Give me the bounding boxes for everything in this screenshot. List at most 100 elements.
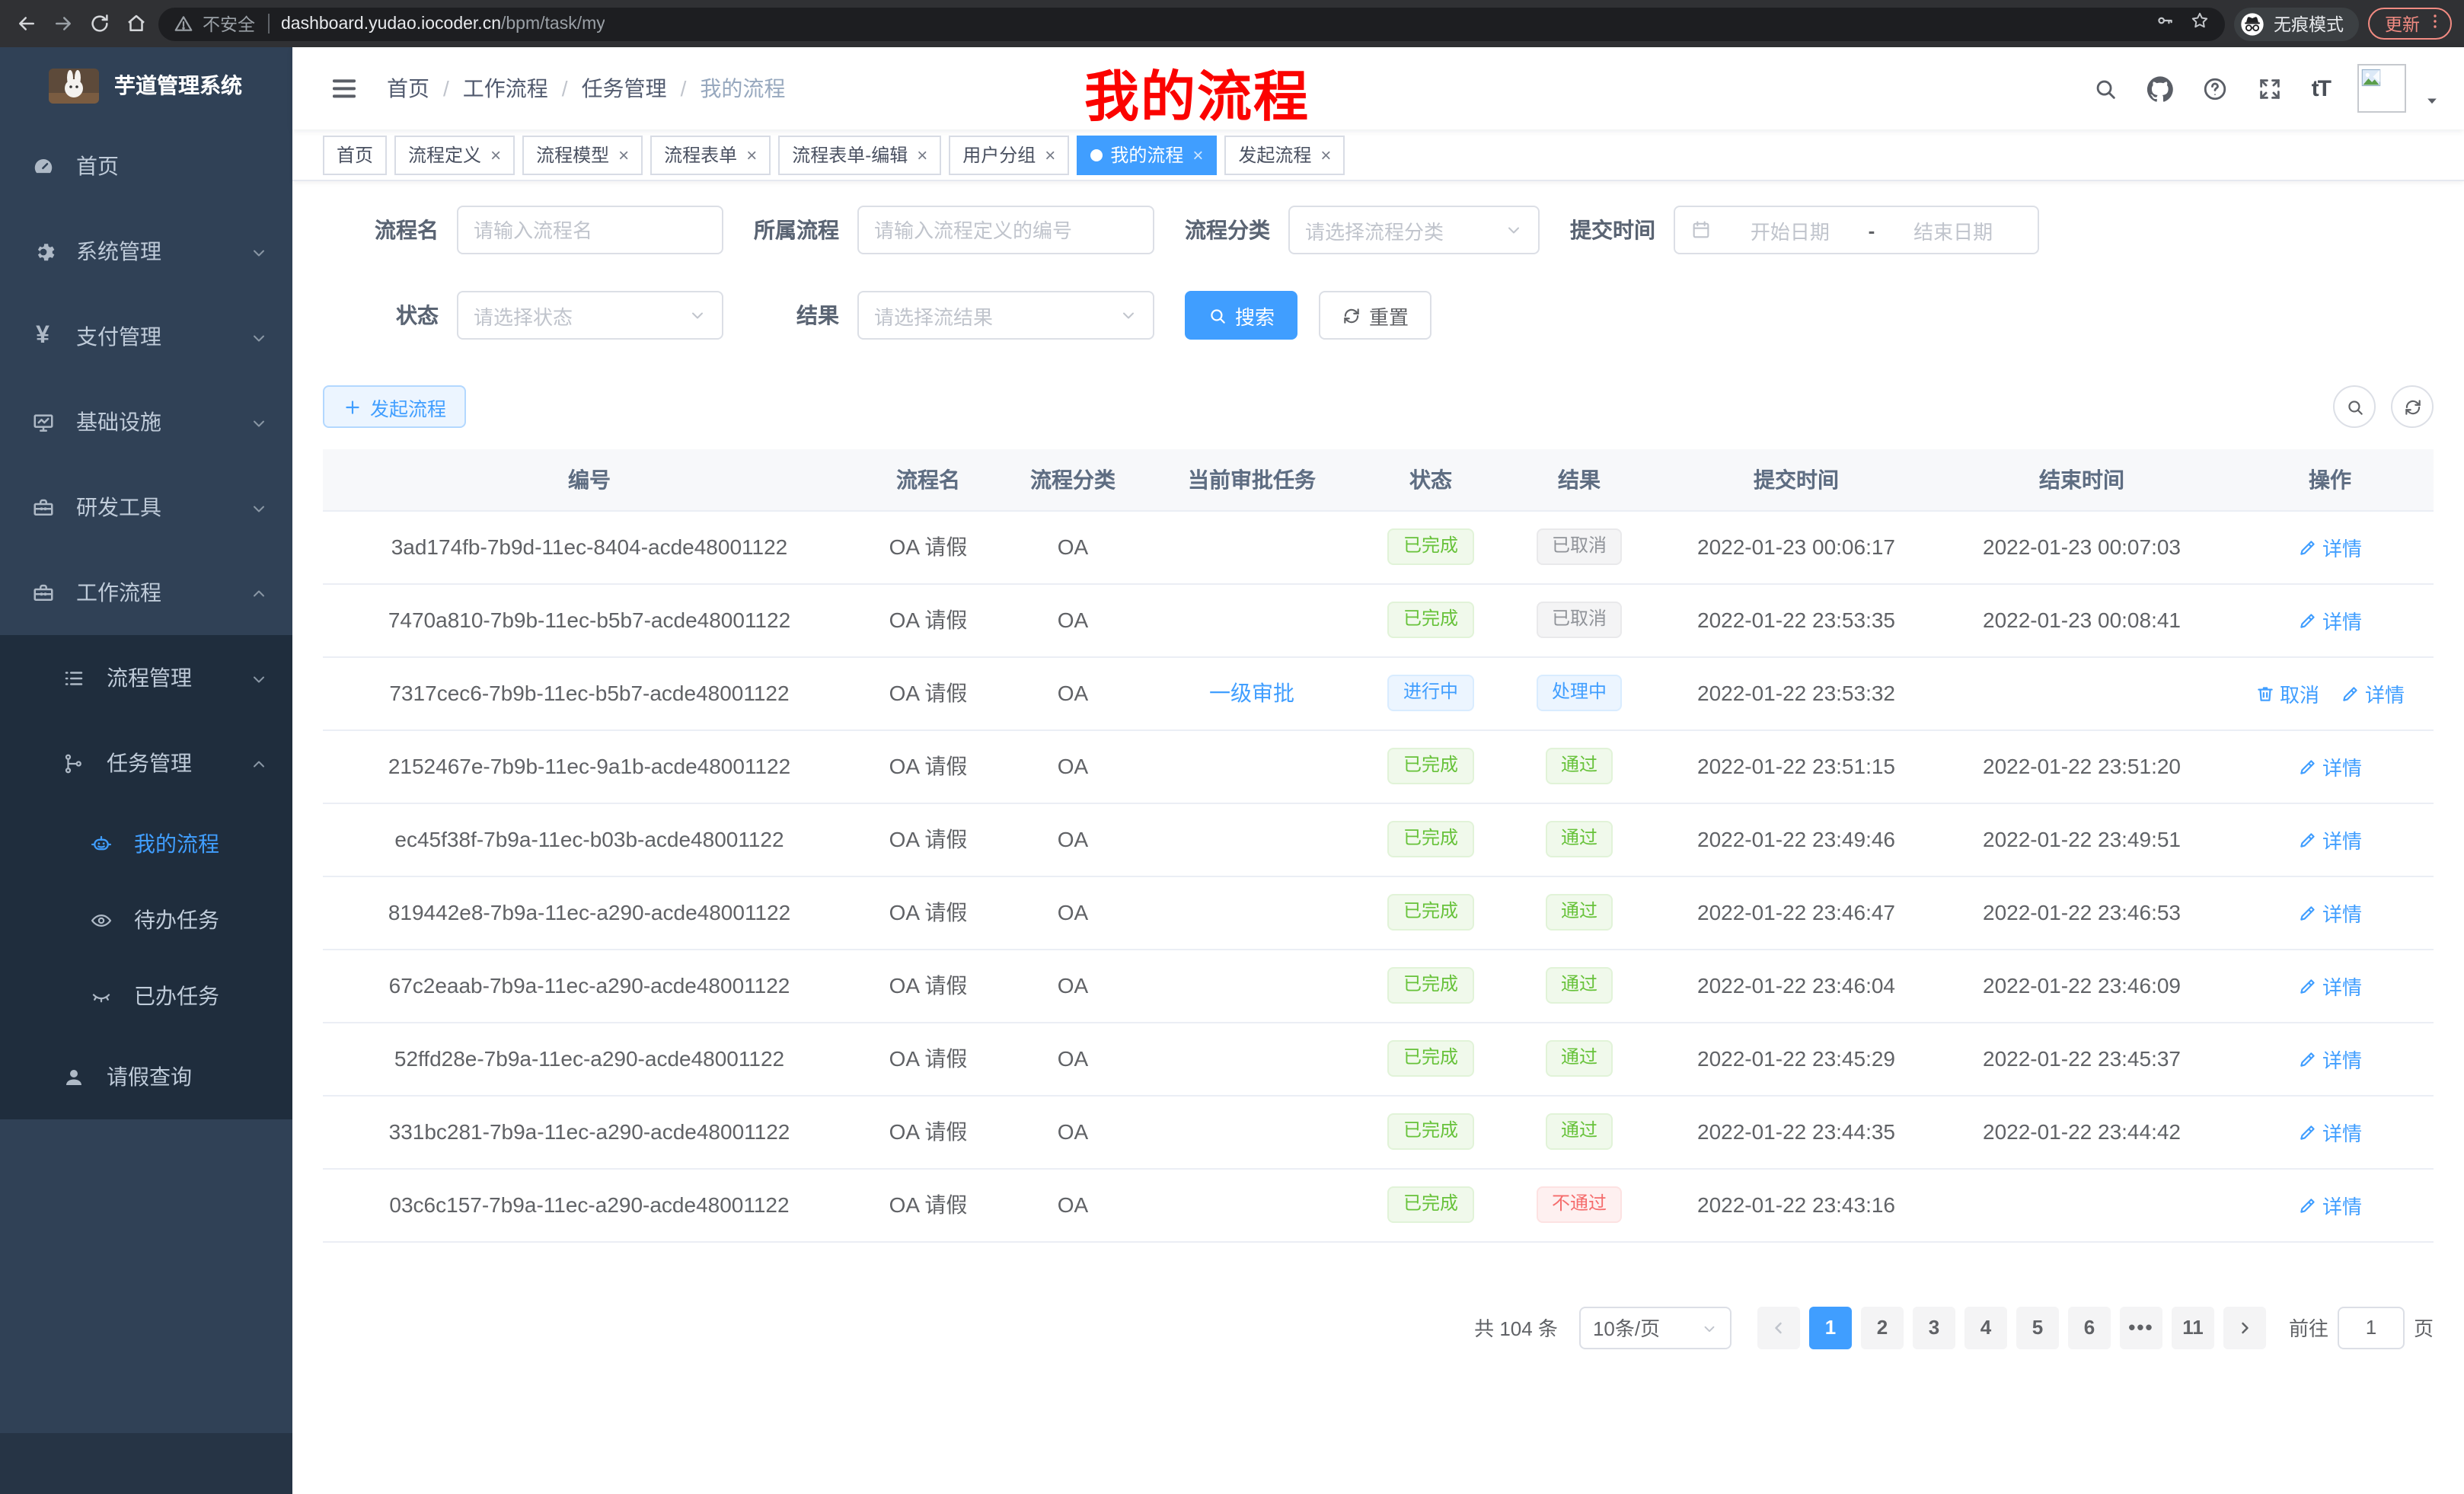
result-badge: 通过 bbox=[1546, 967, 1613, 1003]
start-date-placeholder[interactable]: 开始日期 bbox=[1721, 215, 1859, 244]
update-button[interactable]: 更新 bbox=[2368, 8, 2452, 40]
detail-link[interactable]: 详情 bbox=[2341, 678, 2405, 707]
sidebar-item-my-process[interactable]: 我的流程 bbox=[0, 806, 292, 882]
page-button-2[interactable]: 2 bbox=[1861, 1306, 1904, 1349]
help-icon[interactable] bbox=[2202, 75, 2229, 102]
tabs-bar: 首页流程定义×流程模型×流程表单×流程表单-编辑×用户分组×我的流程×发起流程× bbox=[292, 129, 2464, 181]
more-pages-button[interactable]: ••• bbox=[2120, 1306, 2162, 1349]
avatar[interactable] bbox=[2357, 64, 2406, 113]
sidebar-item-leave-query[interactable]: 请假查询 bbox=[0, 1034, 292, 1119]
github-icon[interactable] bbox=[2147, 75, 2175, 102]
sidebar-item-payment-management[interactable]: ¥支付管理 bbox=[0, 294, 292, 379]
sidebar-item-process-management[interactable]: 流程管理 bbox=[0, 635, 292, 720]
chevron-down-icon bbox=[1505, 221, 1523, 239]
category-select[interactable]: 请选择流程分类 bbox=[1288, 206, 1540, 254]
page-button-5[interactable]: 5 bbox=[2016, 1306, 2059, 1349]
address-bar[interactable]: 不安全 dashboard.yudao.iocoder.cn/bpm/task/… bbox=[158, 7, 2225, 40]
sidebar-item-workflow[interactable]: 工作流程 bbox=[0, 550, 292, 635]
refresh-button[interactable] bbox=[2391, 385, 2434, 428]
browser-reload-icon[interactable] bbox=[85, 10, 113, 37]
tab-process-form-edit[interactable]: 流程表单-编辑× bbox=[778, 135, 941, 174]
browser-forward-icon[interactable] bbox=[49, 10, 76, 37]
tab-close-icon[interactable]: × bbox=[490, 145, 501, 164]
breadcrumb-item[interactable]: 工作流程 bbox=[463, 73, 548, 104]
sidebar-item-home[interactable]: 首页 bbox=[0, 123, 292, 209]
pagination-total: 共 104 条 bbox=[1474, 1313, 1558, 1342]
tab-close-icon[interactable]: × bbox=[1045, 145, 1055, 164]
browser-home-icon[interactable] bbox=[122, 10, 149, 37]
tab-user-group[interactable]: 用户分组 × bbox=[949, 135, 1069, 174]
tab-label: 用户分组 bbox=[962, 142, 1036, 168]
cell-status: 已完成 bbox=[1358, 583, 1503, 656]
detail-link[interactable]: 详情 bbox=[2298, 752, 2362, 781]
avatar-dropdown-icon[interactable] bbox=[2424, 88, 2440, 104]
sidebar-item-dev-tools[interactable]: 研发工具 bbox=[0, 464, 292, 550]
bookmark-star-icon[interactable] bbox=[2190, 10, 2210, 37]
submit-time-range[interactable]: 开始日期 - 结束日期 bbox=[1674, 206, 2039, 254]
breadcrumb-item[interactable]: 首页 bbox=[387, 73, 429, 104]
cancel-link[interactable]: 取消 bbox=[2255, 678, 2319, 707]
start-process-button[interactable]: 发起流程 bbox=[323, 385, 466, 428]
status-select[interactable]: 请选择状态 bbox=[457, 291, 723, 340]
breadcrumb-item[interactable]: 任务管理 bbox=[582, 73, 667, 104]
tab-close-icon[interactable]: × bbox=[746, 145, 757, 164]
current-task-link[interactable]: 一级审批 bbox=[1209, 681, 1294, 705]
end-date-placeholder[interactable]: 结束日期 bbox=[1884, 215, 2022, 244]
process-name-input[interactable] bbox=[474, 219, 707, 241]
prev-page-button[interactable] bbox=[1757, 1306, 1800, 1349]
tab-close-icon[interactable]: × bbox=[1192, 145, 1203, 164]
page-button-1[interactable]: 1 bbox=[1809, 1306, 1852, 1349]
brand[interactable]: 芋道管理系统 bbox=[0, 47, 292, 123]
search-icon[interactable] bbox=[2092, 75, 2120, 102]
detail-link[interactable]: 详情 bbox=[2298, 825, 2362, 854]
chevron-up-icon bbox=[250, 583, 268, 602]
table-row: 03c6c157-7b9a-11ec-a290-acde48001122OA 请… bbox=[323, 1168, 2434, 1241]
detail-link[interactable]: 详情 bbox=[2298, 1117, 2362, 1146]
process-def-input[interactable] bbox=[874, 219, 1138, 241]
password-key-icon[interactable] bbox=[2155, 10, 2175, 37]
page-button-11[interactable]: 11 bbox=[2172, 1306, 2214, 1349]
tab-close-icon[interactable]: × bbox=[917, 145, 927, 164]
fullscreen-icon[interactable] bbox=[2257, 75, 2284, 102]
cell-result: 通过 bbox=[1503, 876, 1655, 949]
page-size-select[interactable]: 10条/页 bbox=[1579, 1306, 1732, 1349]
search-button[interactable]: 搜索 bbox=[1185, 291, 1297, 340]
edit-icon bbox=[2298, 1195, 2318, 1215]
page-button-3[interactable]: 3 bbox=[1913, 1306, 1955, 1349]
sidebar-item-todo-tasks[interactable]: 待办任务 bbox=[0, 882, 292, 958]
browser-back-icon[interactable] bbox=[12, 10, 40, 37]
sidebar-toggle-icon[interactable] bbox=[329, 73, 359, 104]
tab-close-icon[interactable]: × bbox=[1320, 145, 1331, 164]
show-search-button[interactable] bbox=[2333, 385, 2376, 428]
jump-page-input[interactable] bbox=[2338, 1306, 2405, 1349]
tab-home[interactable]: 首页 bbox=[323, 135, 387, 174]
next-page-button[interactable] bbox=[2223, 1306, 2266, 1349]
tab-my-process[interactable]: 我的流程× bbox=[1077, 135, 1217, 174]
result-select[interactable]: 请选择流结果 bbox=[857, 291, 1154, 340]
table-row: 52ffd28e-7b9a-11ec-a290-acde48001122OA 请… bbox=[323, 1022, 2434, 1095]
sidebar-item-system-management[interactable]: 系统管理 bbox=[0, 209, 292, 294]
detail-link[interactable]: 详情 bbox=[2298, 532, 2362, 561]
sidebar-item-done-tasks[interactable]: 已办任务 bbox=[0, 958, 292, 1034]
detail-link[interactable]: 详情 bbox=[2298, 971, 2362, 1000]
tab-close-icon[interactable]: × bbox=[618, 145, 629, 164]
detail-link[interactable]: 详情 bbox=[2298, 1044, 2362, 1073]
cell-current-task bbox=[1145, 1022, 1358, 1095]
font-size-icon[interactable]: tT bbox=[2312, 75, 2330, 101]
detail-link[interactable]: 详情 bbox=[2298, 898, 2362, 927]
tab-process-form[interactable]: 流程表单× bbox=[650, 135, 771, 174]
sidebar-item-infrastructure[interactable]: 基础设施 bbox=[0, 379, 292, 464]
active-tab-dot bbox=[1090, 148, 1103, 161]
tab-process-definition[interactable]: 流程定义× bbox=[394, 135, 515, 174]
page-button-6[interactable]: 6 bbox=[2068, 1306, 2111, 1349]
detail-link[interactable]: 详情 bbox=[2298, 1190, 2362, 1219]
page-button-4[interactable]: 4 bbox=[1964, 1306, 2007, 1349]
security-warning-icon[interactable] bbox=[174, 14, 193, 34]
reset-button[interactable]: 重置 bbox=[1319, 291, 1431, 340]
detail-link[interactable]: 详情 bbox=[2298, 605, 2362, 634]
sidebar-item-task-management[interactable]: 任务管理 bbox=[0, 720, 292, 806]
tab-start-process[interactable]: 发起流程× bbox=[1224, 135, 1345, 174]
table-body: 3ad174fb-7b9d-11ec-8404-acde48001122OA 请… bbox=[323, 510, 2434, 1241]
browser-menu-icon[interactable] bbox=[2426, 12, 2444, 35]
tab-process-model[interactable]: 流程模型× bbox=[522, 135, 643, 174]
